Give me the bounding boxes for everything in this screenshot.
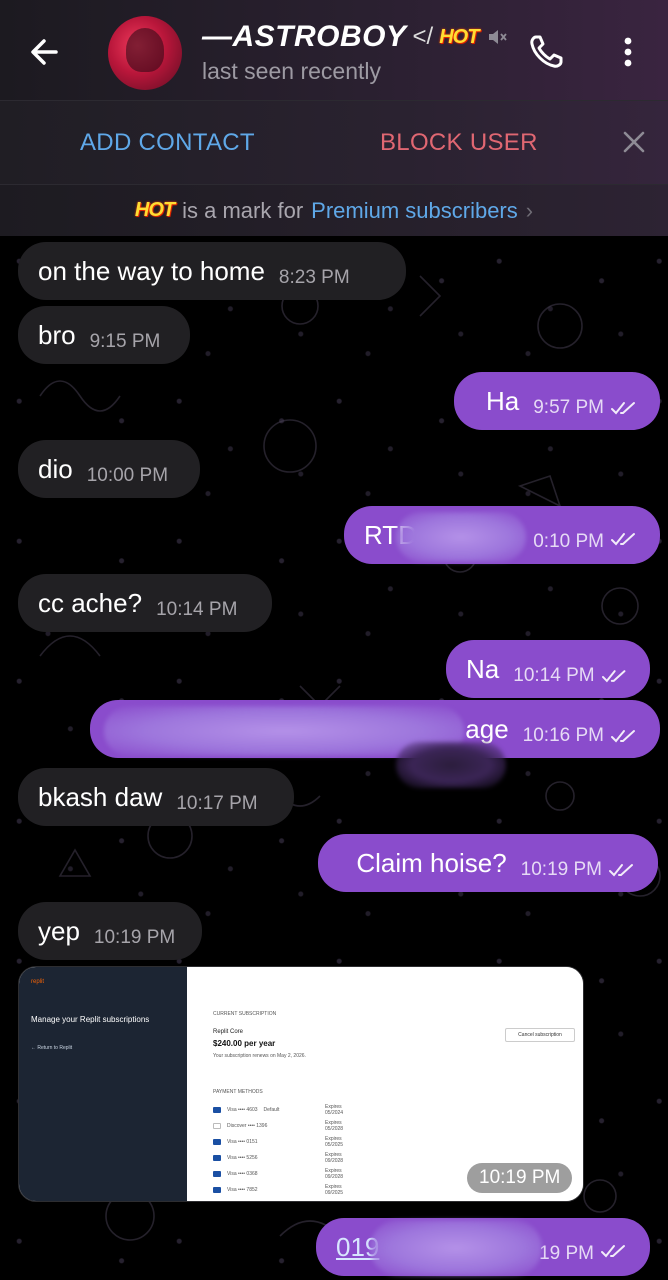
card-label: Visa •••• 5256 — [227, 1155, 258, 1161]
cancel-subscription-button: Cancel subscription — [505, 1028, 575, 1042]
message-incoming[interactable]: dio 10:00 PM — [18, 440, 200, 498]
payment-method-row: Discover •••• 1396 Expires 05/2028 — [213, 1120, 343, 1132]
hot-badge: HOT — [439, 25, 479, 48]
contact-avatar[interactable] — [108, 16, 182, 90]
message-incoming[interactable]: cc ache? 10:14 PM — [18, 574, 272, 632]
message-time: 19 PM — [539, 1243, 594, 1264]
card-label: Visa •••• 0151 — [227, 1139, 258, 1145]
message-text: dio — [38, 453, 73, 484]
contact-action-bar: ADD CONTACT BLOCK USER — [0, 100, 668, 184]
card-icon — [213, 1155, 221, 1161]
card-label: Visa •••• 4603 — [227, 1107, 258, 1113]
message-text: bkash daw — [38, 781, 163, 812]
card-icon — [213, 1107, 221, 1113]
back-arrow-icon[interactable] — [22, 30, 72, 74]
message-outgoing[interactable]: Na 10:14 PM — [446, 640, 650, 698]
message-incoming[interactable]: bro 9:15 PM — [18, 306, 190, 364]
chat-messages[interactable]: on the way to home 8:23 PM bro 9:15 PM H… — [0, 236, 668, 1280]
image-message-time: 10:19 PM — [467, 1163, 573, 1193]
message-incoming[interactable]: bkash daw 10:17 PM — [18, 768, 294, 826]
message-time: 10:14 PM — [156, 599, 238, 620]
message-time: 10:19 PM — [93, 927, 176, 948]
redaction-blur — [396, 742, 506, 788]
message-time: 10:19 PM — [520, 859, 602, 880]
message-text: bro — [38, 319, 76, 350]
message-time: 8:23 PM — [278, 267, 350, 288]
card-icon — [213, 1187, 221, 1193]
chat-header: —ASTROBOY </ HOT last seen recently — [0, 0, 668, 100]
card-expiry: Expires 09/2028 — [325, 1168, 344, 1180]
message-time: 10:00 PM — [86, 465, 169, 486]
card-expiry: Expires 05/2025 — [325, 1136, 344, 1148]
hot-badge-small: HOT — [134, 199, 175, 221]
plan-price: $240.00 per year — [213, 1039, 276, 1048]
message-text: age — [465, 713, 509, 744]
payment-method-row: Visa •••• 7852 Expires 09/2025 — [213, 1184, 343, 1196]
contact-name-suffix: </ — [412, 23, 434, 50]
double-check-icon — [609, 864, 633, 877]
double-check-icon — [611, 533, 635, 546]
redaction-blur — [370, 1220, 542, 1276]
message-time: 9:15 PM — [89, 331, 161, 352]
renewal-text: Your subscription renews on May 2, 2026. — [213, 1053, 306, 1059]
message-incoming[interactable]: yep 10:19 PM — [18, 902, 202, 960]
payment-method-row: Visa •••• 0151 Expires 05/2025 — [213, 1136, 343, 1148]
contact-status: last seen recently — [202, 58, 381, 84]
message-text: on the way to home — [38, 255, 265, 286]
contact-title[interactable]: —ASTROBOY </ HOT — [202, 18, 508, 56]
card-icon — [213, 1123, 221, 1129]
card-label: Visa •••• 7852 — [227, 1187, 258, 1193]
message-text: Ha — [485, 385, 520, 416]
current-subscription-label: CURRENT SUBSCRIPTION — [213, 1011, 277, 1017]
payment-methods-label: PAYMENT METHODS — [213, 1089, 263, 1095]
block-user-button[interactable]: BLOCK USER — [380, 129, 538, 157]
card-icon — [213, 1171, 221, 1177]
premium-notice-text: is a mark for — [182, 197, 304, 223]
card-expiry: Expires 09/2025 — [325, 1184, 344, 1196]
message-time: 10:16 PM — [522, 725, 604, 746]
message-text: yep — [38, 915, 80, 946]
replit-sidebar: replit Manage your Replit subscriptions … — [19, 967, 187, 1201]
message-outgoing[interactable]: Claim hoise? 10:19 PM — [318, 834, 658, 892]
card-expiry: Expires 05/2024 — [325, 1104, 344, 1116]
message-time: 10:17 PM — [176, 793, 258, 814]
contact-name: —ASTROBOY — [202, 20, 407, 53]
message-incoming[interactable]: on the way to home 8:23 PM — [18, 242, 406, 300]
message-time: 9:57 PM — [533, 397, 604, 418]
phone-icon[interactable] — [526, 32, 566, 72]
double-check-icon — [611, 730, 635, 743]
replit-manage-heading: Manage your Replit subscriptions — [31, 1015, 150, 1024]
card-label: Visa •••• 0368 — [227, 1171, 258, 1177]
card-tag: Default — [263, 1107, 280, 1113]
add-contact-button[interactable]: ADD CONTACT — [80, 129, 255, 157]
payment-method-row: Visa •••• 0368 Expires 09/2028 — [213, 1168, 343, 1180]
payment-method-row: Visa •••• 4603 Default Expires 05/2024 — [213, 1104, 343, 1116]
card-expiry: Expires 05/2028 — [325, 1120, 344, 1132]
speaker-muted-icon — [489, 30, 508, 44]
image-message[interactable]: replit Manage your Replit subscriptions … — [18, 966, 584, 1202]
message-time: 10:14 PM — [513, 665, 595, 686]
card-expiry: Expires 09/2028 — [325, 1152, 344, 1164]
premium-notice[interactable]: HOT is a mark for Premium subscribers › — [0, 184, 668, 236]
card-icon — [213, 1139, 221, 1145]
chevron-right-icon: › — [525, 197, 534, 223]
close-icon[interactable] — [620, 128, 648, 156]
payment-method-row: Visa •••• 5256 Expires 09/2028 — [213, 1152, 343, 1164]
replit-logo: replit — [31, 979, 45, 985]
double-check-icon — [611, 402, 635, 415]
plan-name: Replit Core — [213, 1029, 244, 1035]
vertical-dots-icon[interactable] — [612, 32, 644, 72]
double-check-icon — [601, 670, 626, 683]
premium-subscribers-link[interactable]: Premium subscribers — [311, 198, 518, 224]
message-time: 0:10 PM — [533, 531, 604, 552]
redaction-blur — [396, 512, 526, 562]
message-outgoing[interactable]: Ha 9:57 PM — [454, 372, 660, 430]
message-text: Claim hoise? — [356, 847, 507, 878]
replit-return-link: ← Return to Replit — [31, 1045, 73, 1051]
message-text: cc ache? — [38, 587, 143, 618]
card-label: Discover •••• 1396 — [227, 1123, 268, 1129]
message-text: Na — [466, 653, 500, 684]
double-check-icon — [601, 1245, 625, 1258]
